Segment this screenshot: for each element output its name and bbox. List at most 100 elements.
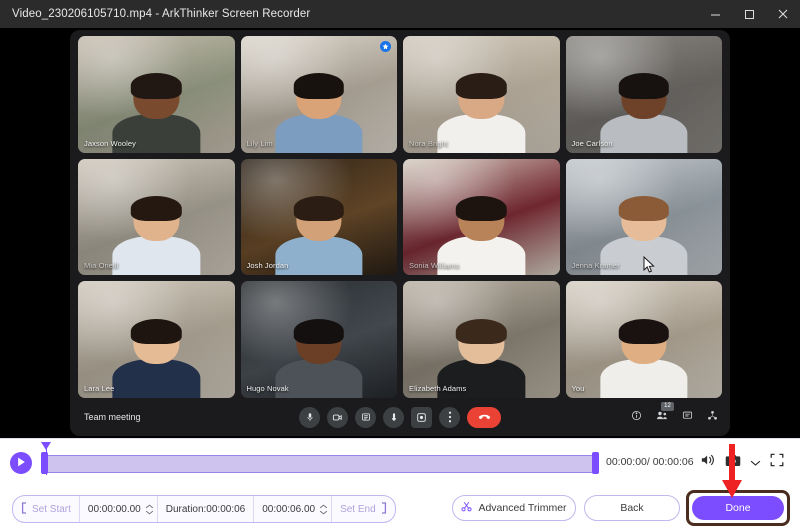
end-time-field[interactable]: 00:00:06.00 [254, 496, 333, 522]
fullscreen-button[interactable] [770, 453, 784, 472]
pinned-badge-icon[interactable] [380, 41, 391, 52]
participants-button[interactable]: 12 [656, 402, 674, 426]
more-options-button[interactable] [439, 406, 460, 428]
participants-count-badge: 12 [661, 402, 674, 411]
timeline-track[interactable] [42, 455, 598, 473]
participant-name-label: Sonia Williams [409, 261, 460, 271]
close-button[interactable] [766, 0, 800, 28]
play-button[interactable] [10, 452, 32, 474]
minimize-button[interactable] [698, 0, 732, 28]
maximize-button[interactable] [732, 0, 766, 28]
present-screen-button[interactable] [355, 406, 376, 428]
close-icon [777, 8, 789, 20]
play-icon [16, 454, 26, 472]
participant-tile[interactable]: Lily Lim [240, 36, 397, 153]
participant-tile[interactable]: You [565, 281, 722, 398]
activities-button[interactable] [707, 408, 718, 426]
figure-hair [130, 318, 182, 344]
video-preview-stage: Jaxson Wooley Lily Lim Nora Bright Joe Carl… [0, 28, 800, 438]
player-row: 00:00:00/ 00:00:06 [0, 439, 800, 487]
figure-hair [455, 195, 507, 222]
back-button[interactable]: Back [584, 495, 680, 521]
window-controls [698, 0, 800, 28]
figure-hair [618, 73, 670, 99]
back-label: Back [620, 502, 644, 514]
trimmer-row: Set Start 00:00:00.00 Duration:00:00:06 … [0, 487, 800, 532]
record-button[interactable] [411, 406, 432, 428]
scissors-icon [461, 501, 472, 515]
activities-icon [707, 408, 718, 426]
set-start-button[interactable]: Set Start [13, 496, 80, 522]
camera-button[interactable] [327, 406, 348, 428]
meeting-right-icons: 12 [631, 402, 718, 426]
video-timeline[interactable] [41, 442, 599, 475]
done-button[interactable]: Done [692, 496, 784, 520]
figure-torso [437, 113, 526, 153]
player-icon-group [700, 453, 784, 472]
start-time-stepper[interactable] [145, 504, 154, 515]
end-call-button[interactable] [467, 406, 501, 428]
figure-hair [618, 318, 670, 344]
duration-label: Duration:00:00:06 [165, 503, 246, 515]
microphone-button[interactable] [299, 406, 320, 428]
microphone-icon [305, 412, 315, 422]
bracket-left-icon [21, 501, 27, 517]
participant-tile[interactable]: Nora Bright [403, 36, 560, 153]
snapshot-button[interactable] [725, 454, 741, 472]
start-time-value: 00:00:00.00 [87, 503, 141, 515]
participant-grid: Jaxson Wooley Lily Lim Nora Bright Joe Carl… [78, 36, 722, 398]
participant-figure [112, 318, 201, 398]
figure-hair [293, 318, 345, 344]
window-title: Video_230206105710.mp4 - ArkThinker Scre… [12, 8, 311, 20]
participant-name-label: Hugo Novak [246, 383, 289, 393]
participant-tile[interactable]: Elizabeth Adams [403, 281, 560, 398]
fullscreen-icon [770, 453, 784, 471]
participant-name-label: Lara Lee [84, 383, 115, 393]
participant-name-label: Mia Oneill [84, 261, 119, 271]
editor-panel: 00:00:00/ 00:00:06 Set Start 00:00:00.00… [0, 438, 800, 532]
meeting-screenshot: Jaxson Wooley Lily Lim Nora Bright Joe Carl… [70, 30, 730, 436]
end-time-stepper[interactable] [319, 504, 328, 515]
set-end-button[interactable]: Set End [332, 496, 395, 522]
advanced-trimmer-button[interactable]: Advanced Trimmer [452, 495, 576, 521]
participant-tile[interactable]: Mia Oneill [78, 158, 235, 276]
participant-tile[interactable]: Sonia Williams [403, 158, 560, 276]
done-button-highlight: Done [686, 490, 790, 526]
snapshot-dropdown-button[interactable] [750, 454, 761, 472]
participant-tile[interactable]: Hugo Novak [240, 281, 397, 398]
meeting-toolbar: Team meeting 12 [70, 398, 730, 436]
participant-video-frame [565, 158, 722, 276]
app-root: Video_230206105710.mp4 - ArkThinker Scre… [0, 0, 800, 532]
figure-torso [599, 113, 688, 153]
participant-tile[interactable]: Josh Jordan [240, 158, 397, 276]
trim-end-handle[interactable] [592, 452, 599, 474]
figure-hair [293, 195, 345, 222]
participant-tile[interactable]: Jenna Kramer [565, 158, 722, 276]
advanced-trimmer-label: Advanced Trimmer [478, 502, 567, 514]
raise-hand-button[interactable] [383, 406, 404, 428]
record-icon [416, 412, 427, 423]
participant-video-frame [403, 281, 560, 398]
meeting-title: Team meeting [84, 412, 141, 422]
participant-tile[interactable]: Jaxson Wooley [78, 36, 235, 153]
camera-icon [332, 412, 343, 423]
participant-name-label: You [571, 383, 585, 393]
maximize-icon [744, 9, 755, 20]
present-screen-icon [361, 412, 371, 422]
figure-hair [618, 195, 670, 222]
figure-hair [130, 195, 182, 222]
participant-name-label: Jenna Kramer [571, 261, 620, 271]
figure-torso [112, 236, 201, 276]
meeting-info-button[interactable] [631, 408, 642, 426]
volume-button[interactable] [700, 453, 716, 472]
start-time-field[interactable]: 00:00:00.00 [80, 496, 158, 522]
participant-tile[interactable]: Joe Carlson [565, 36, 722, 153]
figure-hair [130, 73, 182, 99]
chat-button[interactable] [682, 408, 693, 426]
figure-torso [599, 358, 688, 398]
end-call-icon [477, 410, 492, 425]
playhead-marker[interactable] [41, 442, 51, 475]
participant-tile[interactable]: Lara Lee [78, 281, 235, 398]
duration-display: Duration:00:00:06 [158, 496, 255, 522]
done-label: Done [725, 502, 751, 514]
